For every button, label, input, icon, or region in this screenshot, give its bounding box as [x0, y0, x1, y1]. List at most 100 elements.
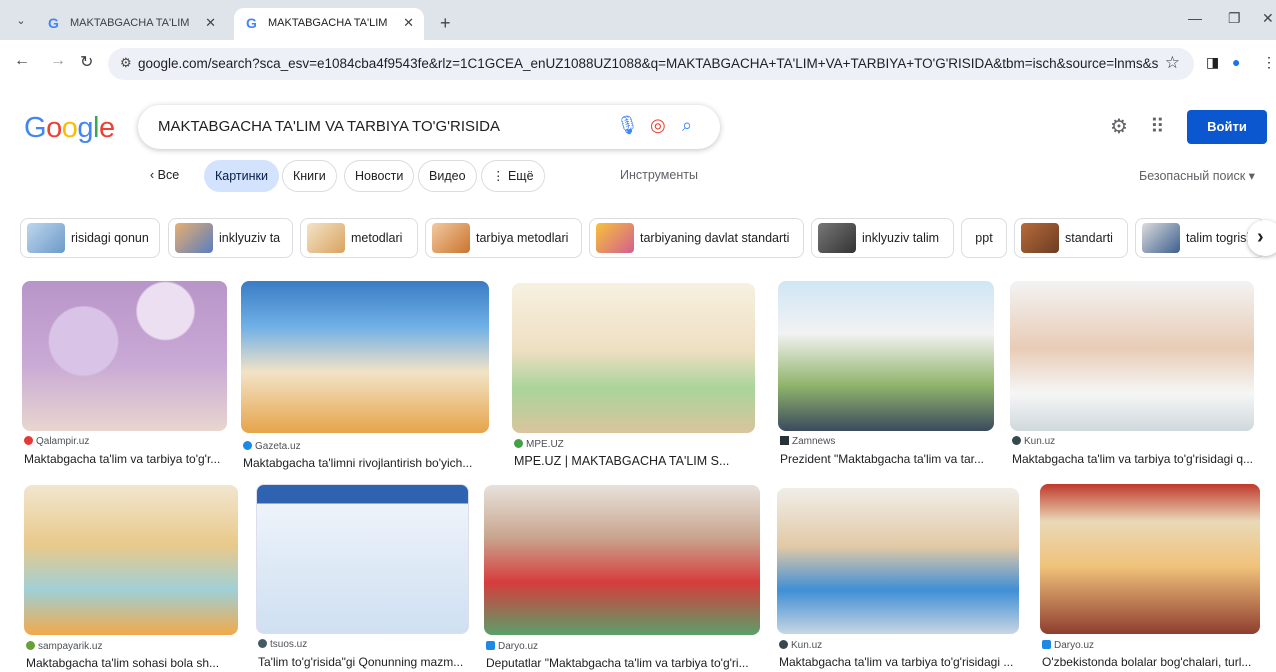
result-title[interactable]: Maktabgacha ta'lim va tarbiya to'g'risid… [1012, 452, 1256, 466]
result-source[interactable]: Daryo.uz [486, 641, 538, 652]
image-result[interactable]: tsuos.uz Ta'lim to'g'risida"gi Qonunning… [256, 484, 471, 672]
restore-icon[interactable]: ❐ [1228, 10, 1241, 27]
image-result[interactable]: Qalampir.uz Maktabgacha ta'lim va tarbiy… [22, 281, 227, 471]
browser-toolbar: ← → ↻ ⚙ google.com/search?sca_esv=e1084c… [0, 40, 1276, 88]
tab-video[interactable]: Видео [418, 160, 477, 192]
tab-images[interactable]: Картинки [204, 160, 279, 192]
tab-title: MAKTABGACHA TA'LIM VA TAR [70, 17, 192, 29]
chip-thumbnail [175, 223, 213, 253]
image-result[interactable]: Kun.uz Maktabgacha ta'lim va tarbiya to'… [777, 488, 1021, 672]
result-title[interactable]: Ta'lim to'g'risida"gi Qonunning mazm... [258, 655, 471, 669]
side-panel-icon[interactable]: ◨ [1206, 54, 1219, 71]
result-title[interactable]: Maktabgacha ta'lim va tarbiya to'g'risid… [779, 655, 1021, 669]
sign-in-button[interactable]: Войти [1187, 110, 1267, 144]
bookmark-star-icon[interactable]: ☆ [1165, 53, 1180, 73]
chip-thumbnail [1021, 223, 1059, 253]
image-result[interactable]: sampayarik.uz Maktabgacha ta'lim sohasi … [24, 485, 238, 672]
tab-books[interactable]: Книги [282, 160, 337, 192]
profile-icon[interactable]: ● [1232, 54, 1240, 70]
forward-arrow-icon[interactable]: → [50, 52, 66, 70]
image-result[interactable]: Gazeta.uz Maktabgacha ta'limni rivojlant… [241, 281, 491, 471]
result-image[interactable] [24, 485, 238, 635]
image-result[interactable]: Daryo.uz O'zbekistonda bolalar bog'chala… [1040, 484, 1262, 672]
browser-tab-active[interactable]: G MAKTABGACHA TA'LIM VA TAR ✕ [234, 8, 424, 40]
result-image[interactable] [777, 488, 1019, 634]
image-result[interactable]: Daryo.uz Deputatlar "Maktabgacha ta'lim … [484, 485, 762, 672]
apps-grid-icon[interactable]: ⠿ [1150, 114, 1165, 139]
browser-menu-icon[interactable]: ⋮ [1262, 54, 1276, 71]
lens-icon[interactable]: ◎ [650, 115, 666, 136]
result-title[interactable]: Maktabgacha ta'lim sohasi bola sh... [26, 656, 236, 670]
address-bar[interactable]: ⚙ google.com/search?sca_esv=e1084cba4f95… [108, 48, 1194, 80]
related-chip[interactable]: inklyuziv ta [168, 218, 293, 258]
microphone-icon[interactable]: 🎙 [616, 115, 639, 136]
result-title[interactable]: Maktabgacha ta'limni rivojlantirish bo'y… [243, 456, 491, 470]
result-source[interactable]: MPE.UZ [514, 439, 564, 450]
tab-search-icon[interactable]: ⌄ [10, 10, 32, 32]
image-result[interactable]: MPE.UZ MPE.UZ | MAKTABGACHA TA'LIM S... [512, 283, 757, 473]
source-favicon-icon [1012, 436, 1021, 445]
related-chip[interactable]: metodlari [300, 218, 418, 258]
source-favicon-icon [780, 436, 789, 445]
related-chip[interactable]: tarbiyaning davlat standarti [589, 218, 804, 258]
image-result[interactable]: Kun.uz Maktabgacha ta'lim va tarbiya to'… [1010, 281, 1255, 471]
google-logo[interactable]: Google [24, 112, 115, 145]
new-tab-icon[interactable]: + [440, 13, 451, 34]
browser-tab[interactable]: G MAKTABGACHA TA'LIM VA TAR ✕ [36, 8, 226, 40]
back-arrow-icon[interactable]: ← [14, 52, 30, 70]
safesearch-dropdown[interactable]: Безопасный поиск ▾ [1139, 168, 1255, 183]
close-window-icon[interactable]: ✕ [1262, 10, 1274, 27]
result-source[interactable]: Kun.uz [779, 640, 822, 651]
tab-strip: ⌄ G MAKTABGACHA TA'LIM VA TAR ✕ G MAKTAB… [0, 0, 1276, 40]
result-source[interactable]: Gazeta.uz [243, 441, 301, 452]
related-chip[interactable]: risidagi qonun [20, 218, 160, 258]
filter-bar: ‹ Все Картинки Книги Новости Видео ⋮ Ещё… [0, 160, 1276, 192]
result-image[interactable] [256, 484, 469, 634]
source-favicon-icon [1042, 640, 1051, 649]
related-chip[interactable]: standarti [1014, 218, 1128, 258]
result-image[interactable] [512, 283, 755, 433]
result-image[interactable] [22, 281, 227, 431]
result-image[interactable] [484, 485, 760, 635]
search-icon[interactable]: ⌕ [682, 115, 692, 136]
search-input[interactable]: MAKTABGACHA TA'LIM VA TARBIYA TO'G'RISID… [158, 118, 500, 135]
result-title[interactable]: Deputatlar "Maktabgacha ta'lim va tarbiy… [486, 656, 762, 670]
result-source[interactable]: Daryo.uz [1042, 640, 1094, 651]
result-image[interactable] [241, 281, 489, 433]
result-image[interactable] [1010, 281, 1254, 431]
tab-news[interactable]: Новости [344, 160, 415, 192]
tab-more[interactable]: ⋮ Ещё [481, 160, 545, 192]
tab-title: MAKTABGACHA TA'LIM VA TAR [268, 17, 390, 29]
result-source[interactable]: Zamnews [780, 436, 835, 447]
reload-icon[interactable]: ↻ [80, 52, 93, 72]
result-source[interactable]: Qalampir.uz [24, 436, 89, 447]
result-title[interactable]: O'zbekistonda bolalar bog'chalari, turl.… [1042, 655, 1262, 669]
minimize-icon[interactable]: — [1188, 10, 1202, 26]
related-chip[interactable]: talim togrisi [1135, 218, 1265, 258]
chip-thumbnail [596, 223, 634, 253]
result-title[interactable]: Prezident "Maktabgacha ta'lim va tar... [780, 452, 994, 466]
image-result[interactable]: Zamnews Prezident "Maktabgacha ta'lim va… [778, 281, 994, 471]
result-source[interactable]: sampayarik.uz [26, 641, 102, 652]
result-title[interactable]: MPE.UZ | MAKTABGACHA TA'LIM S... [514, 454, 757, 468]
chevron-right-icon[interactable]: › [1247, 220, 1276, 256]
result-title[interactable]: Maktabgacha ta'lim va tarbiya to'g'r... [24, 452, 227, 466]
chip-thumbnail [432, 223, 470, 253]
tab-close-icon[interactable]: ✕ [403, 8, 414, 38]
search-box[interactable]: MAKTABGACHA TA'LIM VA TARBIYA TO'G'RISID… [138, 105, 720, 149]
related-chip[interactable]: inklyuziv talim [811, 218, 954, 258]
related-chip[interactable]: ppt [961, 218, 1007, 258]
all-results-link[interactable]: ‹ Все [150, 160, 180, 192]
site-info-icon[interactable]: ⚙ [120, 55, 132, 71]
result-source[interactable]: Kun.uz [1012, 436, 1055, 447]
tab-close-icon[interactable]: ✕ [205, 8, 216, 38]
source-favicon-icon [243, 441, 252, 450]
result-image[interactable] [778, 281, 994, 431]
settings-gear-icon[interactable]: ⚙ [1110, 114, 1128, 139]
source-favicon-icon [779, 640, 788, 649]
result-source[interactable]: tsuos.uz [258, 639, 307, 650]
tools-button[interactable]: Инструменты [620, 168, 698, 182]
result-image[interactable] [1040, 484, 1260, 634]
url-text: google.com/search?sca_esv=e1084cba4f9543… [138, 56, 1158, 71]
related-chip[interactable]: tarbiya metodlari [425, 218, 582, 258]
